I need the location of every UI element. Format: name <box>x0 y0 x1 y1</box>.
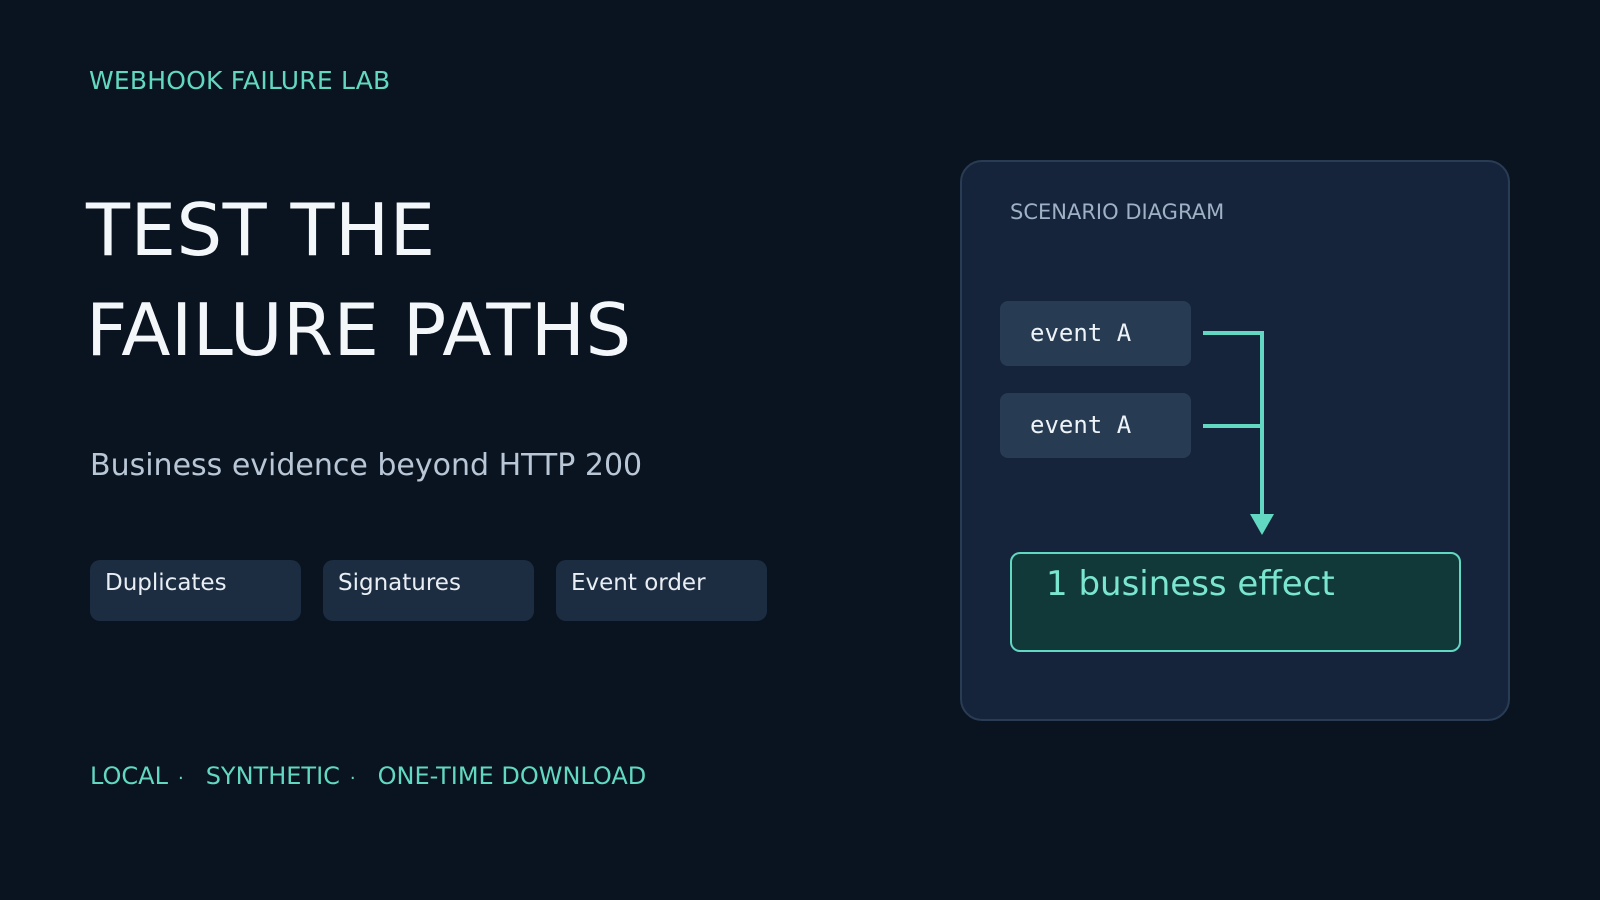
tag-list: Duplicates Signatures Event order <box>90 560 767 621</box>
footer-separator: · <box>177 768 184 789</box>
headline-line-1: TEST THE <box>86 188 436 272</box>
panel-label: SCENARIO DIAGRAM <box>1010 200 1225 224</box>
event-box-2: event A <box>1000 393 1191 458</box>
footer-item-local: LOCAL <box>90 762 168 790</box>
footer-separator: · <box>349 768 356 789</box>
headline: TEST THE FAILURE PATHS <box>86 180 632 380</box>
tag-duplicates[interactable]: Duplicates <box>90 560 301 621</box>
subtitle: Business evidence beyond HTTP 200 <box>90 448 643 483</box>
tag-signatures[interactable]: Signatures <box>323 560 534 621</box>
eyebrow-label: WEBHOOK FAILURE LAB <box>89 66 391 95</box>
business-effect-box: 1 business effect <box>1010 552 1461 652</box>
event-box-1: event A <box>1000 301 1191 366</box>
footer-item-synthetic: SYNTHETIC <box>205 762 340 790</box>
footer-item-download: ONE-TIME DOWNLOAD <box>377 762 647 790</box>
scenario-diagram-panel: SCENARIO DIAGRAM event A event A 1 busin… <box>960 160 1510 721</box>
footer-meta: LOCAL · SYNTHETIC · ONE-TIME DOWNLOAD <box>90 762 646 790</box>
headline-line-2: FAILURE PATHS <box>86 288 632 372</box>
tag-event-order[interactable]: Event order <box>556 560 767 621</box>
